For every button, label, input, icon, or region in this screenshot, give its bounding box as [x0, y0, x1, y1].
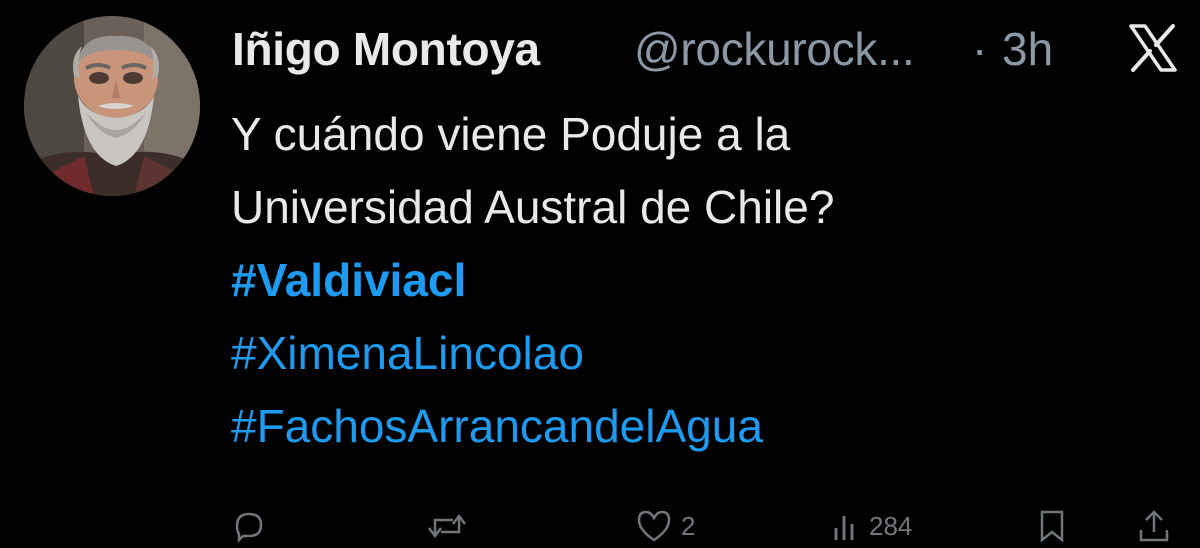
tweet[interactable]: Iñigo Montoya @rockurock... · 3h Y cuánd…	[0, 0, 1200, 544]
like-button[interactable]: 2	[635, 508, 695, 548]
author-avatar[interactable]	[24, 16, 200, 196]
tweet-body: Y cuándo viene Poduje a la Universidad A…	[231, 98, 1181, 463]
hashtag-link[interactable]: #FachosArrancandelAgua	[231, 390, 1181, 463]
hashtag-link[interactable]: #XimenaLincolao	[231, 317, 1181, 390]
tweet-timestamp[interactable]: 3h	[1002, 14, 1053, 84]
retweet-button[interactable]	[427, 508, 475, 548]
x-logo-icon	[1129, 24, 1177, 72]
like-count: 2	[681, 511, 696, 541]
tweet-header: Iñigo Montoya @rockurock... · 3h	[232, 14, 1182, 84]
tweet-text-line: Y cuándo viene Poduje a la	[231, 108, 791, 160]
views-button[interactable]: 284	[831, 508, 912, 548]
author-handle[interactable]: @rockurock...	[634, 14, 915, 84]
author-display-name[interactable]: Iñigo Montoya	[232, 14, 540, 84]
hashtag-link[interactable]: #Valdiviacl	[231, 244, 1181, 317]
bookmark-button[interactable]	[1037, 508, 1067, 548]
share-button[interactable]	[1137, 508, 1171, 548]
tweet-text-line: Universidad Austral de Chile?	[231, 181, 835, 233]
separator-dot: ·	[972, 23, 988, 75]
views-count: 284	[869, 511, 913, 541]
tweet-actions: 2 284	[231, 508, 1191, 548]
reply-button[interactable]	[231, 508, 275, 548]
bearded-man-avatar	[24, 16, 200, 196]
